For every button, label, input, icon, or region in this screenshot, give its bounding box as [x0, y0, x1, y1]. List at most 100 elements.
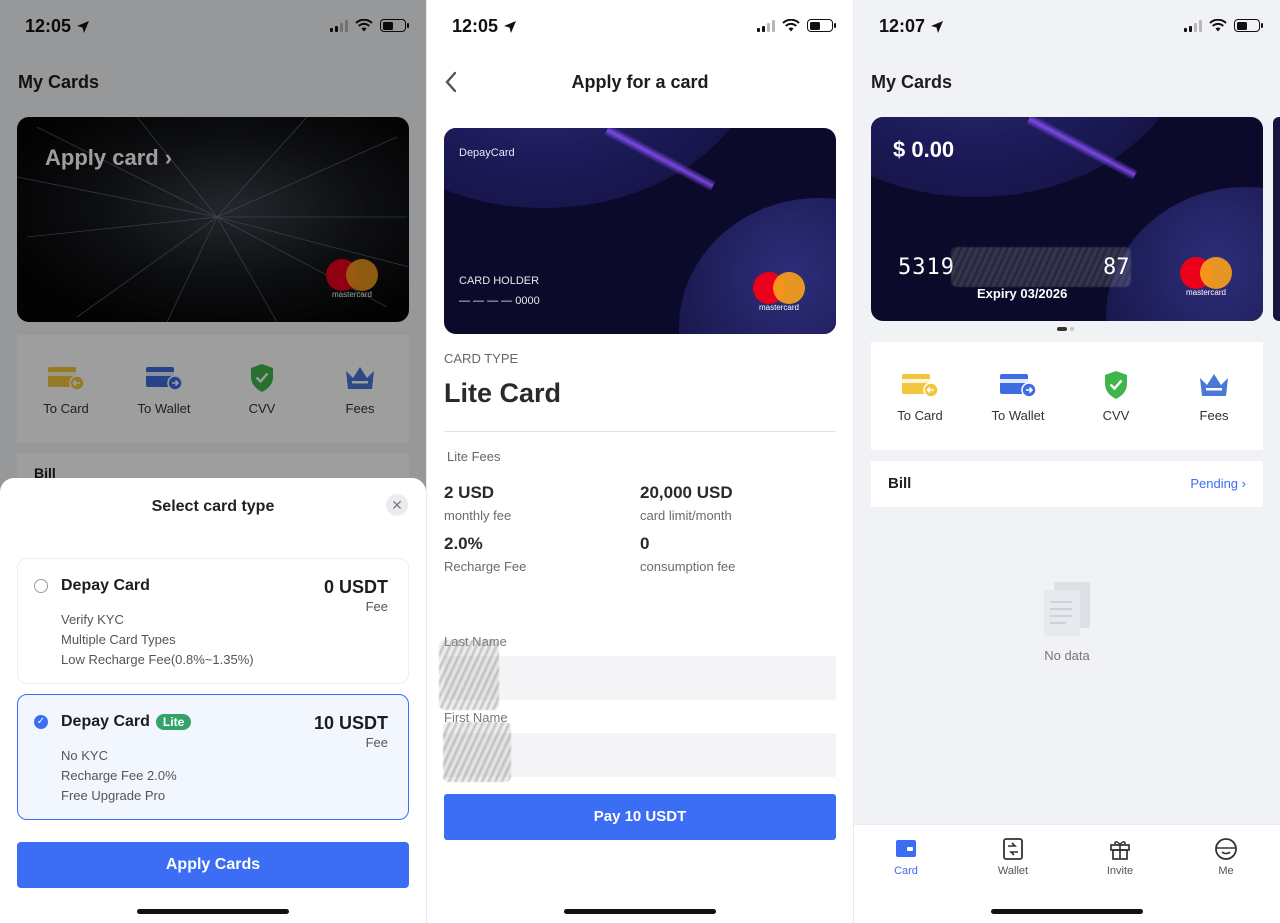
home-indicator[interactable] [564, 909, 716, 914]
card-number-start: 5319 [898, 255, 955, 280]
card-preview: DepayCard CARD HOLDER — — — — 0000 maste… [444, 128, 836, 334]
cellular-signal-icon [757, 19, 775, 32]
empty-state: No data [854, 580, 1280, 663]
mastercard-wordmark: mastercard [1185, 288, 1226, 297]
wifi-icon [782, 19, 800, 32]
card-type-label: CARD TYPE [444, 351, 519, 366]
tab-card[interactable]: Card [876, 837, 936, 877]
card-type-value: Lite Card [444, 378, 562, 408]
action-label: CVV [1102, 407, 1130, 423]
option-fee-label: Fee [365, 735, 388, 750]
wifi-icon [1209, 19, 1227, 32]
location-arrow-icon [931, 20, 944, 33]
redaction-scribble [439, 640, 499, 710]
wallet-transfer-icon [1000, 373, 1037, 398]
card-transfer-icon [902, 373, 939, 398]
fee-label: card limit/month [640, 508, 732, 523]
radio-checked-icon[interactable]: ✓ [34, 715, 48, 729]
fee-value: 20,000 USD [640, 483, 733, 502]
phone-screen-select-card-type: 12:05 My Cards Apply card › mastercard T… [0, 0, 426, 923]
option-feature: Verify KYC [61, 612, 124, 627]
last-name-input[interactable] [444, 656, 836, 700]
close-icon[interactable]: ✕ [386, 494, 408, 516]
fee-label: monthly fee [444, 508, 512, 523]
fee-value: 2 USD [444, 483, 495, 502]
card-number: — — — — 0000 [459, 295, 540, 307]
fee-label: Recharge Fee [444, 559, 527, 574]
home-indicator[interactable] [137, 909, 289, 914]
status-time: 12:07 [879, 16, 926, 36]
status-bar: 12:05 [427, 14, 853, 40]
phone-screen-apply-for-card: 12:05 Apply for a card DepayCard CARD HO… [427, 0, 853, 923]
option-feature: Free Upgrade Pro [61, 788, 166, 803]
mastercard-wordmark: mastercard [758, 303, 799, 312]
shield-check-icon [1105, 370, 1127, 399]
radio-unchecked-icon[interactable] [34, 579, 48, 593]
option-feature: Low Recharge Fee(0.8%~1.35%) [61, 652, 254, 667]
battery-icon [1234, 19, 1263, 32]
next-card-peek[interactable] [1273, 117, 1280, 321]
tab-label: Invite [1106, 865, 1134, 877]
bill-label: Bill [888, 475, 912, 492]
option-feature: Multiple Card Types [61, 632, 176, 647]
bill-row[interactable]: Bill Pending › [871, 461, 1263, 507]
status-time: 12:05 [452, 16, 499, 36]
profile-face-icon [1215, 838, 1237, 860]
card-number-end: 87 [1103, 255, 1130, 280]
card-pager [1057, 327, 1074, 331]
bill-status-link[interactable]: Pending [1190, 476, 1238, 491]
action-to-card[interactable]: To Card [875, 370, 965, 423]
card-tab-icon [896, 840, 916, 857]
cellular-signal-icon [1184, 19, 1202, 32]
card-option-depay-lite[interactable]: ✓ Depay Card Lite 10 USDT Fee No KYC Rec… [17, 694, 409, 820]
empty-document-icon [1044, 582, 1090, 636]
tab-wallet[interactable]: Wallet [983, 837, 1043, 877]
action-fees[interactable]: Fees [1169, 370, 1259, 423]
card-balance: $ 0.00 [893, 137, 955, 162]
option-name: Depay Card [61, 577, 150, 594]
lite-fees-label: Lite Fees [447, 449, 501, 464]
option-fee-label: Fee [365, 599, 388, 614]
action-label: Fees [1199, 407, 1229, 423]
gift-icon [1110, 841, 1130, 860]
mastercard-logo: mastercard [1180, 257, 1236, 297]
fee-label: consumption fee [640, 559, 736, 574]
tab-label: Wallet [997, 865, 1029, 877]
divider [444, 431, 836, 432]
location-arrow-icon [504, 20, 517, 33]
fee-value: 2.0% [444, 534, 483, 553]
lite-badge: Lite [155, 714, 192, 730]
action-label: To Wallet [991, 407, 1045, 423]
apply-cards-button[interactable]: Apply Cards [17, 842, 409, 888]
card-brand: DepayCard [459, 147, 515, 159]
my-card[interactable]: $ 0.00 5319 87 Expiry 03/2026 mastercard [871, 117, 1263, 321]
wallet-tab-icon [1003, 838, 1023, 860]
redaction-scribble [443, 722, 511, 782]
battery-icon [807, 19, 836, 32]
card-actions-row: To Card To Wallet CVV Fees [871, 342, 1263, 450]
tab-invite[interactable]: Invite [1090, 837, 1150, 877]
page-title: My Cards [871, 72, 953, 92]
option-price: 0 USDT [323, 577, 388, 597]
pay-button[interactable]: Pay 10 USDT [444, 794, 836, 840]
card-expiry: Expiry 03/2026 [977, 286, 1068, 301]
action-cvv[interactable]: CVV [1071, 370, 1161, 423]
option-price: 10 USDT [313, 713, 388, 733]
action-to-wallet[interactable]: To Wallet [973, 370, 1063, 423]
home-indicator[interactable] [991, 909, 1143, 914]
tab-me[interactable]: Me [1196, 837, 1256, 877]
sheet-title: Select card type [151, 498, 275, 515]
tab-label: Me [1218, 865, 1234, 877]
mastercard-logo: mastercard [753, 272, 809, 312]
card-option-depay[interactable]: Depay Card 0 USDT Fee Verify KYC Multipl… [17, 558, 409, 684]
empty-state-text: No data [1044, 648, 1090, 663]
chevron-right-icon: › [1238, 476, 1246, 491]
page-title: Apply for a card [571, 72, 709, 92]
fee-value: 0 [640, 534, 650, 553]
status-bar: 12:07 [854, 14, 1280, 40]
option-feature: Recharge Fee 2.0% [61, 768, 177, 783]
action-label: To Card [897, 407, 943, 423]
option-feature: No KYC [61, 748, 108, 763]
card-holder-label: CARD HOLDER [459, 275, 540, 287]
phone-screen-my-cards: 12:07 My Cards $ 0.00 5319 87 Expiry 03/… [854, 0, 1280, 923]
